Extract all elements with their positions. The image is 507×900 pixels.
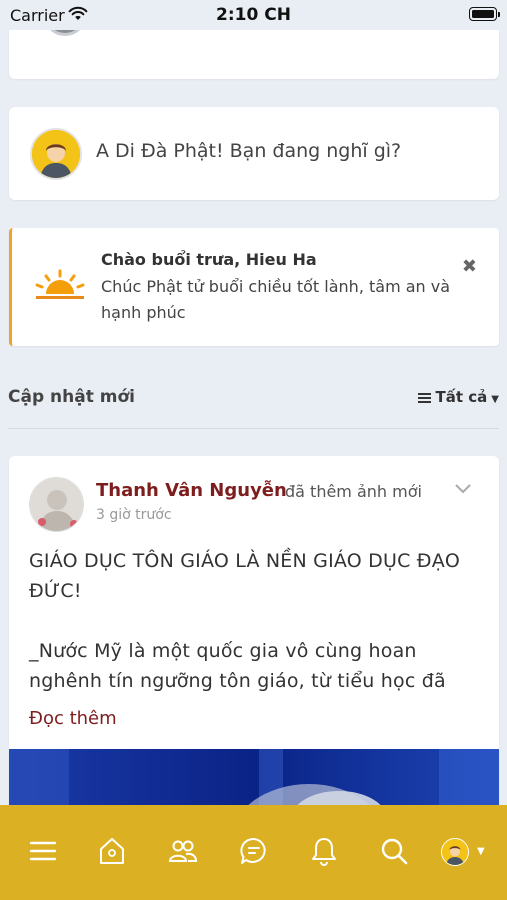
caret-down-icon: ▼ <box>491 394 499 405</box>
filter-dropdown[interactable]: Tất cả ▼ <box>417 388 499 406</box>
compose-card[interactable]: A Di Đà Phật! Bạn đang nghĩ gì? <box>9 107 499 200</box>
profile-avatar[interactable] <box>441 838 469 866</box>
search-icon[interactable] <box>376 833 412 869</box>
close-icon[interactable]: ✖ <box>462 256 477 277</box>
author-avatar[interactable] <box>29 477 84 532</box>
home-icon[interactable] <box>94 833 130 869</box>
battery-icon <box>469 7 500 21</box>
user-avatar <box>30 128 82 180</box>
list-icon <box>417 391 431 405</box>
section-title: Cập nhật mới <box>8 387 135 407</box>
notifications-icon[interactable] <box>306 833 342 869</box>
filter-label: Tất cả <box>435 388 488 406</box>
status-time: 2:10 CH <box>216 5 291 25</box>
post-time: 3 giờ trước <box>96 507 172 523</box>
menu-icon[interactable] <box>25 833 61 869</box>
previous-card <box>9 16 499 79</box>
bottom-tab-bar: ▼ <box>0 805 507 900</box>
divider <box>8 428 499 429</box>
friends-icon[interactable] <box>165 833 201 869</box>
compose-placeholder[interactable]: A Di Đà Phật! Bạn đang nghĩ gì? <box>96 140 401 162</box>
messages-icon[interactable] <box>236 833 272 869</box>
post-author[interactable]: Thanh Vân Nguyễn <box>96 480 287 501</box>
sunset-icon <box>35 269 85 299</box>
greeting-title: Chào buổi trưa, Hieu Ha <box>101 250 317 269</box>
chevron-down-icon[interactable] <box>455 484 471 494</box>
post-body: GIÁO DỤC TÔN GIÁO LÀ NỀN GIÁO DỤC ĐẠO ĐỨ… <box>29 550 461 692</box>
greeting-card: Chào buổi trưa, Hieu Ha Chúc Phật tử buổ… <box>9 228 499 346</box>
status-bar: Carrier 2:10 CH <box>0 0 507 30</box>
greeting-message: Chúc Phật tử buổi chiều tốt lành, tâm an… <box>101 277 451 322</box>
caret-down-icon[interactable]: ▼ <box>477 846 485 857</box>
read-more-link[interactable]: Đọc thêm <box>29 708 117 729</box>
post-action: đã thêm ảnh mới <box>285 482 422 501</box>
